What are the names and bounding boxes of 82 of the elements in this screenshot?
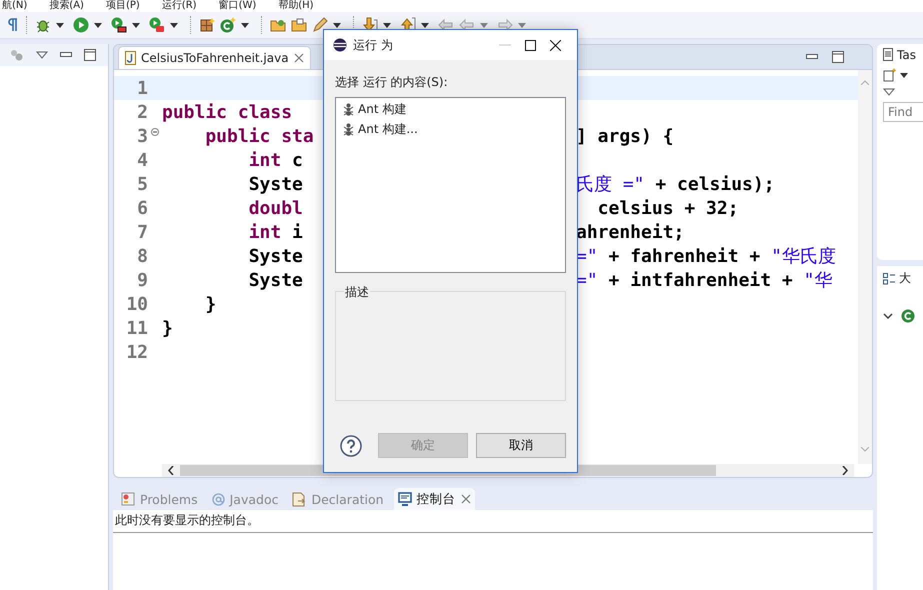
maximize-icon[interactable] [84, 49, 96, 61]
line-number: 7 [136, 222, 148, 242]
collapse-icon[interactable] [151, 128, 159, 136]
line-number: 4 [136, 150, 148, 170]
menu-item[interactable]: 搜索(A) [49, 0, 84, 12]
panel-tab[interactable]: 大 [899, 270, 911, 287]
forward-arrow-icon[interactable] [497, 18, 513, 32]
view-menu-icon[interactable] [36, 51, 48, 59]
scroll-right-icon[interactable] [842, 466, 848, 475]
pen-icon[interactable] [312, 17, 328, 33]
folder-icon[interactable] [270, 17, 286, 33]
ant-icon [343, 123, 354, 136]
menu-item[interactable]: 运行(R) [162, 0, 197, 12]
launch-option[interactable]: Ant 构建 [343, 101, 558, 118]
problems-icon [121, 492, 135, 506]
ant-icon [343, 103, 354, 116]
folder-icon[interactable] [291, 17, 307, 33]
line-number: 10 [125, 294, 148, 314]
line-number: 11 [125, 318, 148, 338]
caret-icon[interactable] [56, 22, 64, 28]
java-file-icon [125, 51, 136, 65]
console-message: 此时没有要显示的控制台。 [113, 510, 873, 533]
maximize-icon[interactable] [832, 51, 844, 63]
editor-tab[interactable]: CelsiusToFahrenheit.java [118, 46, 311, 69]
pilcrow-icon[interactable] [8, 18, 18, 32]
eclipse-icon [333, 38, 347, 52]
line-number: 2 [136, 102, 148, 122]
caret-icon[interactable] [900, 72, 908, 78]
code-text: ] args) { [576, 126, 674, 146]
scroll-left-icon[interactable] [168, 466, 174, 475]
at-sign-icon [212, 492, 225, 506]
line-number: 3 [136, 126, 148, 146]
outline-icon [883, 272, 895, 284]
code-text: Syste [248, 270, 303, 290]
line-number: 12 [125, 342, 148, 362]
monitor-icon [398, 492, 412, 506]
menu-item[interactable]: 项目(P) [106, 0, 140, 12]
caret-icon[interactable] [241, 22, 249, 28]
code-text: int i [248, 222, 303, 242]
line-number: 6 [136, 198, 148, 218]
code-text: Syste [248, 246, 303, 266]
code-text: } [162, 318, 173, 338]
caret-icon[interactable] [94, 22, 102, 28]
declaration-icon [292, 492, 306, 506]
line-number: 9 [136, 270, 148, 290]
line-number: 8 [136, 246, 148, 266]
menu-item[interactable]: 帮助(H) [278, 0, 314, 12]
panel-tab[interactable]: Tas [897, 48, 916, 62]
list-label: 选择 运行 的内容(S): [335, 74, 449, 91]
code-text: } [204, 294, 216, 314]
code-text: public sta [204, 126, 314, 146]
panel-tab[interactable]: 控制台 [394, 488, 475, 510]
caret-icon[interactable] [170, 22, 178, 28]
code-text: ahrenheit; [576, 222, 684, 242]
expand-chevron-icon[interactable] [883, 313, 893, 319]
close-icon[interactable] [550, 40, 561, 50]
minimize-icon[interactable] [806, 54, 818, 60]
maximize-icon[interactable] [525, 40, 536, 50]
line-number: 5 [136, 174, 148, 194]
code-text: public class [162, 102, 292, 122]
new-task-icon[interactable] [883, 68, 897, 82]
group-label: 描述 [344, 284, 370, 301]
code-text: int c [248, 150, 303, 170]
find-field[interactable]: Find [883, 102, 923, 122]
code-text: celsius + 32; [596, 198, 739, 218]
back-arrow-icon[interactable] [459, 18, 475, 32]
package-icon[interactable] [199, 17, 215, 33]
class-icon[interactable] [901, 309, 915, 323]
view-menu-icon[interactable] [883, 88, 895, 96]
caret-icon[interactable] [132, 22, 140, 28]
code-text: doubl [248, 198, 303, 218]
minimize-icon[interactable] [60, 52, 72, 58]
new-class-icon[interactable] [220, 17, 236, 33]
run-icon[interactable] [73, 17, 89, 33]
line-number: 1 [136, 78, 148, 98]
launch-option[interactable]: Ant 构建... [343, 121, 558, 138]
task-list-icon [883, 48, 893, 62]
launch-list[interactable]: Ant 构建 Ant 构建... [335, 97, 566, 273]
code-text: Syste [248, 174, 303, 194]
help-icon[interactable] [340, 434, 362, 456]
dialog-button[interactable]: 取消 [476, 433, 566, 458]
dialog-title: 运行 为 [353, 36, 393, 54]
